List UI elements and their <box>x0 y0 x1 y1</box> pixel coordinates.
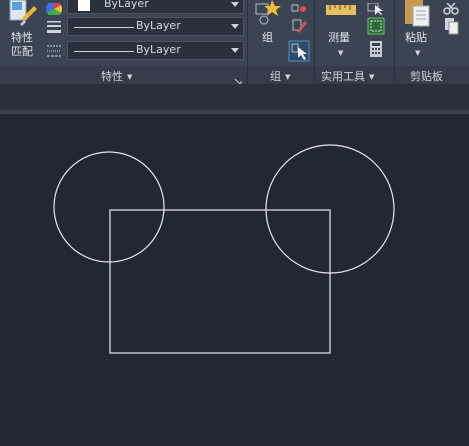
paste-icon[interactable] <box>403 0 431 28</box>
group-panel-label[interactable]: 组 ▼ <box>270 68 290 84</box>
drawing-svg <box>53 144 395 354</box>
linetype-icon[interactable] <box>46 43 62 57</box>
chevron-down-icon[interactable]: ▼ <box>338 49 343 57</box>
group-select-icon[interactable] <box>288 40 310 62</box>
chevron-down-icon: ▼ <box>369 73 375 81</box>
color-swatch <box>78 0 90 11</box>
drawing-canvas[interactable] <box>0 114 469 442</box>
chevron-down-icon <box>231 2 239 7</box>
chevron-down-icon <box>231 24 239 29</box>
utilities-panel-label[interactable]: 实用工具 ▼ <box>321 68 374 84</box>
clipboard-panel-label: 剪贴板 <box>410 70 443 83</box>
chevron-down-icon <box>231 48 239 53</box>
rectangle[interactable] <box>109 209 331 354</box>
group-button-label[interactable]: 组 <box>262 31 273 45</box>
select-all-icon[interactable] <box>367 17 385 35</box>
group-icon[interactable] <box>254 0 282 26</box>
panel-separator <box>314 0 315 84</box>
chevron-down-icon: ▼ <box>285 73 291 81</box>
ungroup-icon[interactable] <box>291 0 307 12</box>
color-dropdown[interactable]: ByLayer <box>67 0 244 14</box>
quick-select-icon[interactable] <box>367 0 385 15</box>
group-edit-icon[interactable] <box>291 17 307 33</box>
color-dropdown-value: ByLayer <box>104 0 149 10</box>
properties-panel-label[interactable]: 特性 ▼ <box>101 68 132 84</box>
copy-icon[interactable] <box>444 17 460 35</box>
chevron-down-icon: ▼ <box>127 73 133 81</box>
chevron-down-icon[interactable]: ▼ <box>415 49 420 57</box>
measure-button-label[interactable]: 测量 <box>328 31 350 45</box>
lineweight-icon[interactable] <box>46 19 62 33</box>
left-circle[interactable] <box>53 151 165 263</box>
linetype-preview <box>74 51 134 52</box>
match-properties-label[interactable]: 特性 匹配 <box>11 31 33 59</box>
cut-icon[interactable] <box>443 0 459 15</box>
match-properties-icon[interactable] <box>8 0 38 26</box>
linetype-dropdown[interactable]: ByLayer <box>67 41 244 60</box>
dialog-launcher-icon[interactable] <box>234 71 242 86</box>
lineweight-dropdown-value: ByLayer <box>136 19 181 32</box>
lineweight-preview <box>74 27 134 28</box>
linetype-dropdown-value: ByLayer <box>136 43 181 56</box>
panel-separator <box>394 0 395 84</box>
ribbon: 特性 匹配 ByLayer ByLayer ByLayer 特性 ▼ 组 组 ▼… <box>0 0 469 86</box>
panel-separator <box>247 0 248 84</box>
color-wheel-icon[interactable] <box>45 0 63 18</box>
measure-icon[interactable] <box>326 2 356 16</box>
lineweight-dropdown[interactable]: ByLayer <box>67 17 244 36</box>
calculator-icon[interactable] <box>369 41 383 57</box>
ribbon-gap <box>0 84 469 110</box>
paste-button-label[interactable]: 粘贴 <box>405 31 427 45</box>
